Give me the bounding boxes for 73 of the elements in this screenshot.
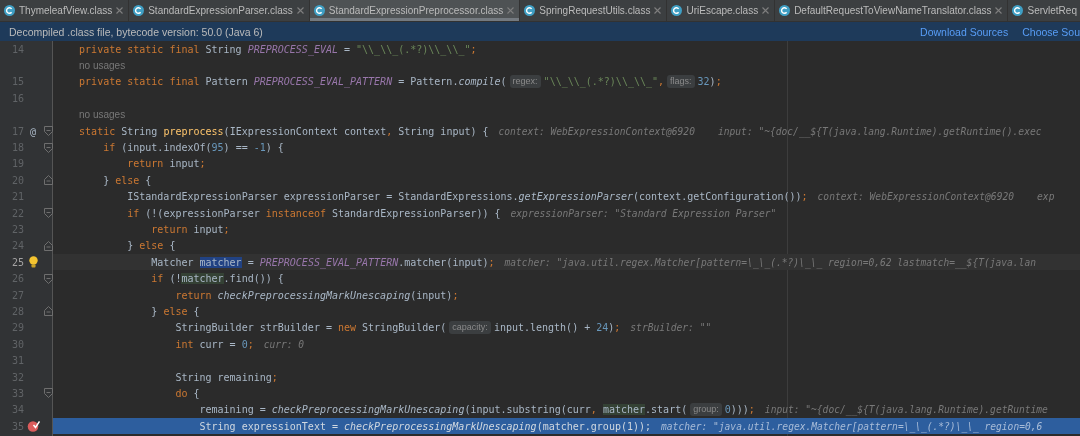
close-icon[interactable] bbox=[762, 7, 770, 14]
debug-value-hint: context: WebExpressionContext@6920 exp bbox=[817, 191, 1055, 203]
fold-icon[interactable] bbox=[44, 388, 53, 399]
fold-icon[interactable] bbox=[44, 240, 53, 251]
banner-message: Decompiled .class file, bytecode version: 50.0 (Java 6) bbox=[9, 25, 264, 38]
code-text: } else { bbox=[126, 240, 176, 252]
class-icon bbox=[779, 5, 791, 16]
code-text: return checkPreprocessingMarkUnescaping(input); bbox=[174, 289, 459, 301]
debug-value-hint: matcher: "java.util.regex.Matcher[pattern=\_\_(.*?)\_\_ region=0,62 lastmatch=__${T(java.lan bbox=[504, 256, 1036, 268]
editor-tab[interactable]: StandardExpressionPreprocessor.class bbox=[309, 0, 521, 21]
close-icon[interactable] bbox=[296, 7, 304, 14]
editor-tab[interactable]: DefaultRequestToViewNameTranslator.class bbox=[775, 0, 1009, 21]
code-text: if (input.indexOf(95) == -1) { bbox=[102, 142, 284, 154]
gutter-marker[interactable]: @ bbox=[30, 125, 36, 137]
parameter-hint: group: bbox=[690, 403, 722, 417]
fold-icon[interactable] bbox=[44, 208, 53, 219]
editor-tab[interactable]: ServletReq bbox=[1008, 0, 1080, 21]
editor-tab[interactable]: ThymeleafView.class bbox=[0, 0, 130, 21]
class-icon bbox=[524, 5, 536, 16]
debug-value-hint: expressionParser: "Standard Expression Parser" bbox=[510, 207, 777, 219]
code-text: Matcher matcher = PREPROCESS_EVAL_PATTERN.matcher(input); bbox=[150, 256, 495, 268]
banner-link[interactable]: Download Sources bbox=[920, 25, 1009, 38]
code-text: return input; bbox=[150, 224, 230, 235]
code-text: int curr = 0; bbox=[174, 338, 254, 350]
close-icon[interactable] bbox=[654, 7, 662, 14]
fold-icon[interactable] bbox=[44, 142, 53, 153]
parameter-hint: flags: bbox=[667, 75, 695, 89]
fold-icon[interactable] bbox=[44, 306, 53, 317]
close-icon[interactable] bbox=[995, 7, 1003, 14]
code-text: private static final Pattern PREPROCESS_EVAL_PATTERN = Pattern.compile( bbox=[78, 76, 507, 88]
code-text: 32); bbox=[697, 76, 722, 88]
debug-value-hint: curr: 0 bbox=[263, 338, 305, 350]
class-icon bbox=[1012, 5, 1024, 16]
close-icon[interactable] bbox=[116, 7, 124, 14]
usage-hint: no usages bbox=[78, 109, 126, 121]
usage-hint: no usages bbox=[78, 60, 126, 72]
debug-value-hint: input: "~{doc/__${T(java.lang.Runtime).getRuntime bbox=[764, 404, 1048, 416]
code-text: 0))); bbox=[724, 404, 755, 416]
class-icon bbox=[313, 5, 325, 16]
code-text: "\\_\\_(.*?)\\_\\_", bbox=[543, 76, 665, 88]
editor-tab[interactable]: SpringRequestUtils.class bbox=[520, 0, 668, 21]
editor-tab[interactable]: StandardExpressionParser.class bbox=[129, 0, 310, 21]
breakpoint-icon[interactable] bbox=[26, 420, 40, 433]
code-text: } else { bbox=[150, 305, 200, 317]
fold-icon[interactable] bbox=[44, 273, 53, 284]
code-text: StringBuilder strBuilder = new StringBuilder( bbox=[174, 322, 447, 334]
banner-link[interactable]: Choose Sou bbox=[1022, 25, 1080, 38]
lightbulb-icon[interactable] bbox=[28, 256, 38, 269]
close-icon[interactable] bbox=[507, 7, 515, 14]
debug-value-hint: context: WebExpressionContext@6920 input: "~{doc/__${T(java.lang.Runtime).getRuntime().exec bbox=[498, 125, 1042, 137]
fold-icon[interactable] bbox=[44, 175, 53, 186]
code-text: if (!matcher.find()) { bbox=[150, 273, 284, 285]
parameter-hint: capacity: bbox=[449, 321, 491, 335]
code-text: if (!(expressionParser instanceof StandardExpressionParser)) { bbox=[126, 207, 501, 219]
code-text: static String preprocess(IExpressionContext context, String input) { bbox=[78, 125, 489, 137]
fold-icon[interactable] bbox=[44, 126, 53, 137]
code-text: remaining = checkPreprocessingMarkUnescaping(input.substring(curr, matcher.start( bbox=[198, 404, 688, 416]
code-text: String expressionText = checkPreprocessingMarkUnescaping(matcher.group(1)); bbox=[198, 420, 652, 432]
code-text: } else { bbox=[102, 174, 152, 186]
code-text: IStandardExpressionParser expressionParser = StandardExpressions.getExpressionParser(context.getConfiguration()); bbox=[126, 191, 808, 203]
debug-value-hint: matcher: "java.util.regex.Matcher[pattern=\_\_(.*?)\_\_ region=0,6 bbox=[661, 420, 1043, 432]
parameter-hint: regex: bbox=[509, 75, 541, 89]
code-text: String remaining; bbox=[174, 371, 278, 383]
code-text: return input; bbox=[126, 158, 206, 170]
class-icon bbox=[133, 5, 145, 16]
code-text: do { bbox=[174, 387, 200, 399]
debug-value-hint: strBuilder: "" bbox=[630, 322, 712, 334]
line-number: 25 bbox=[10, 256, 24, 268]
editor-tab[interactable]: UriEscape.class bbox=[667, 0, 776, 21]
class-icon bbox=[4, 5, 15, 16]
class-icon bbox=[671, 5, 683, 16]
code-text: input.length() + 24); bbox=[493, 322, 621, 334]
code-text: private static final String PREPROCESS_EVAL = "\\_\\_(.*?)\\_\\_"; bbox=[78, 43, 477, 55]
